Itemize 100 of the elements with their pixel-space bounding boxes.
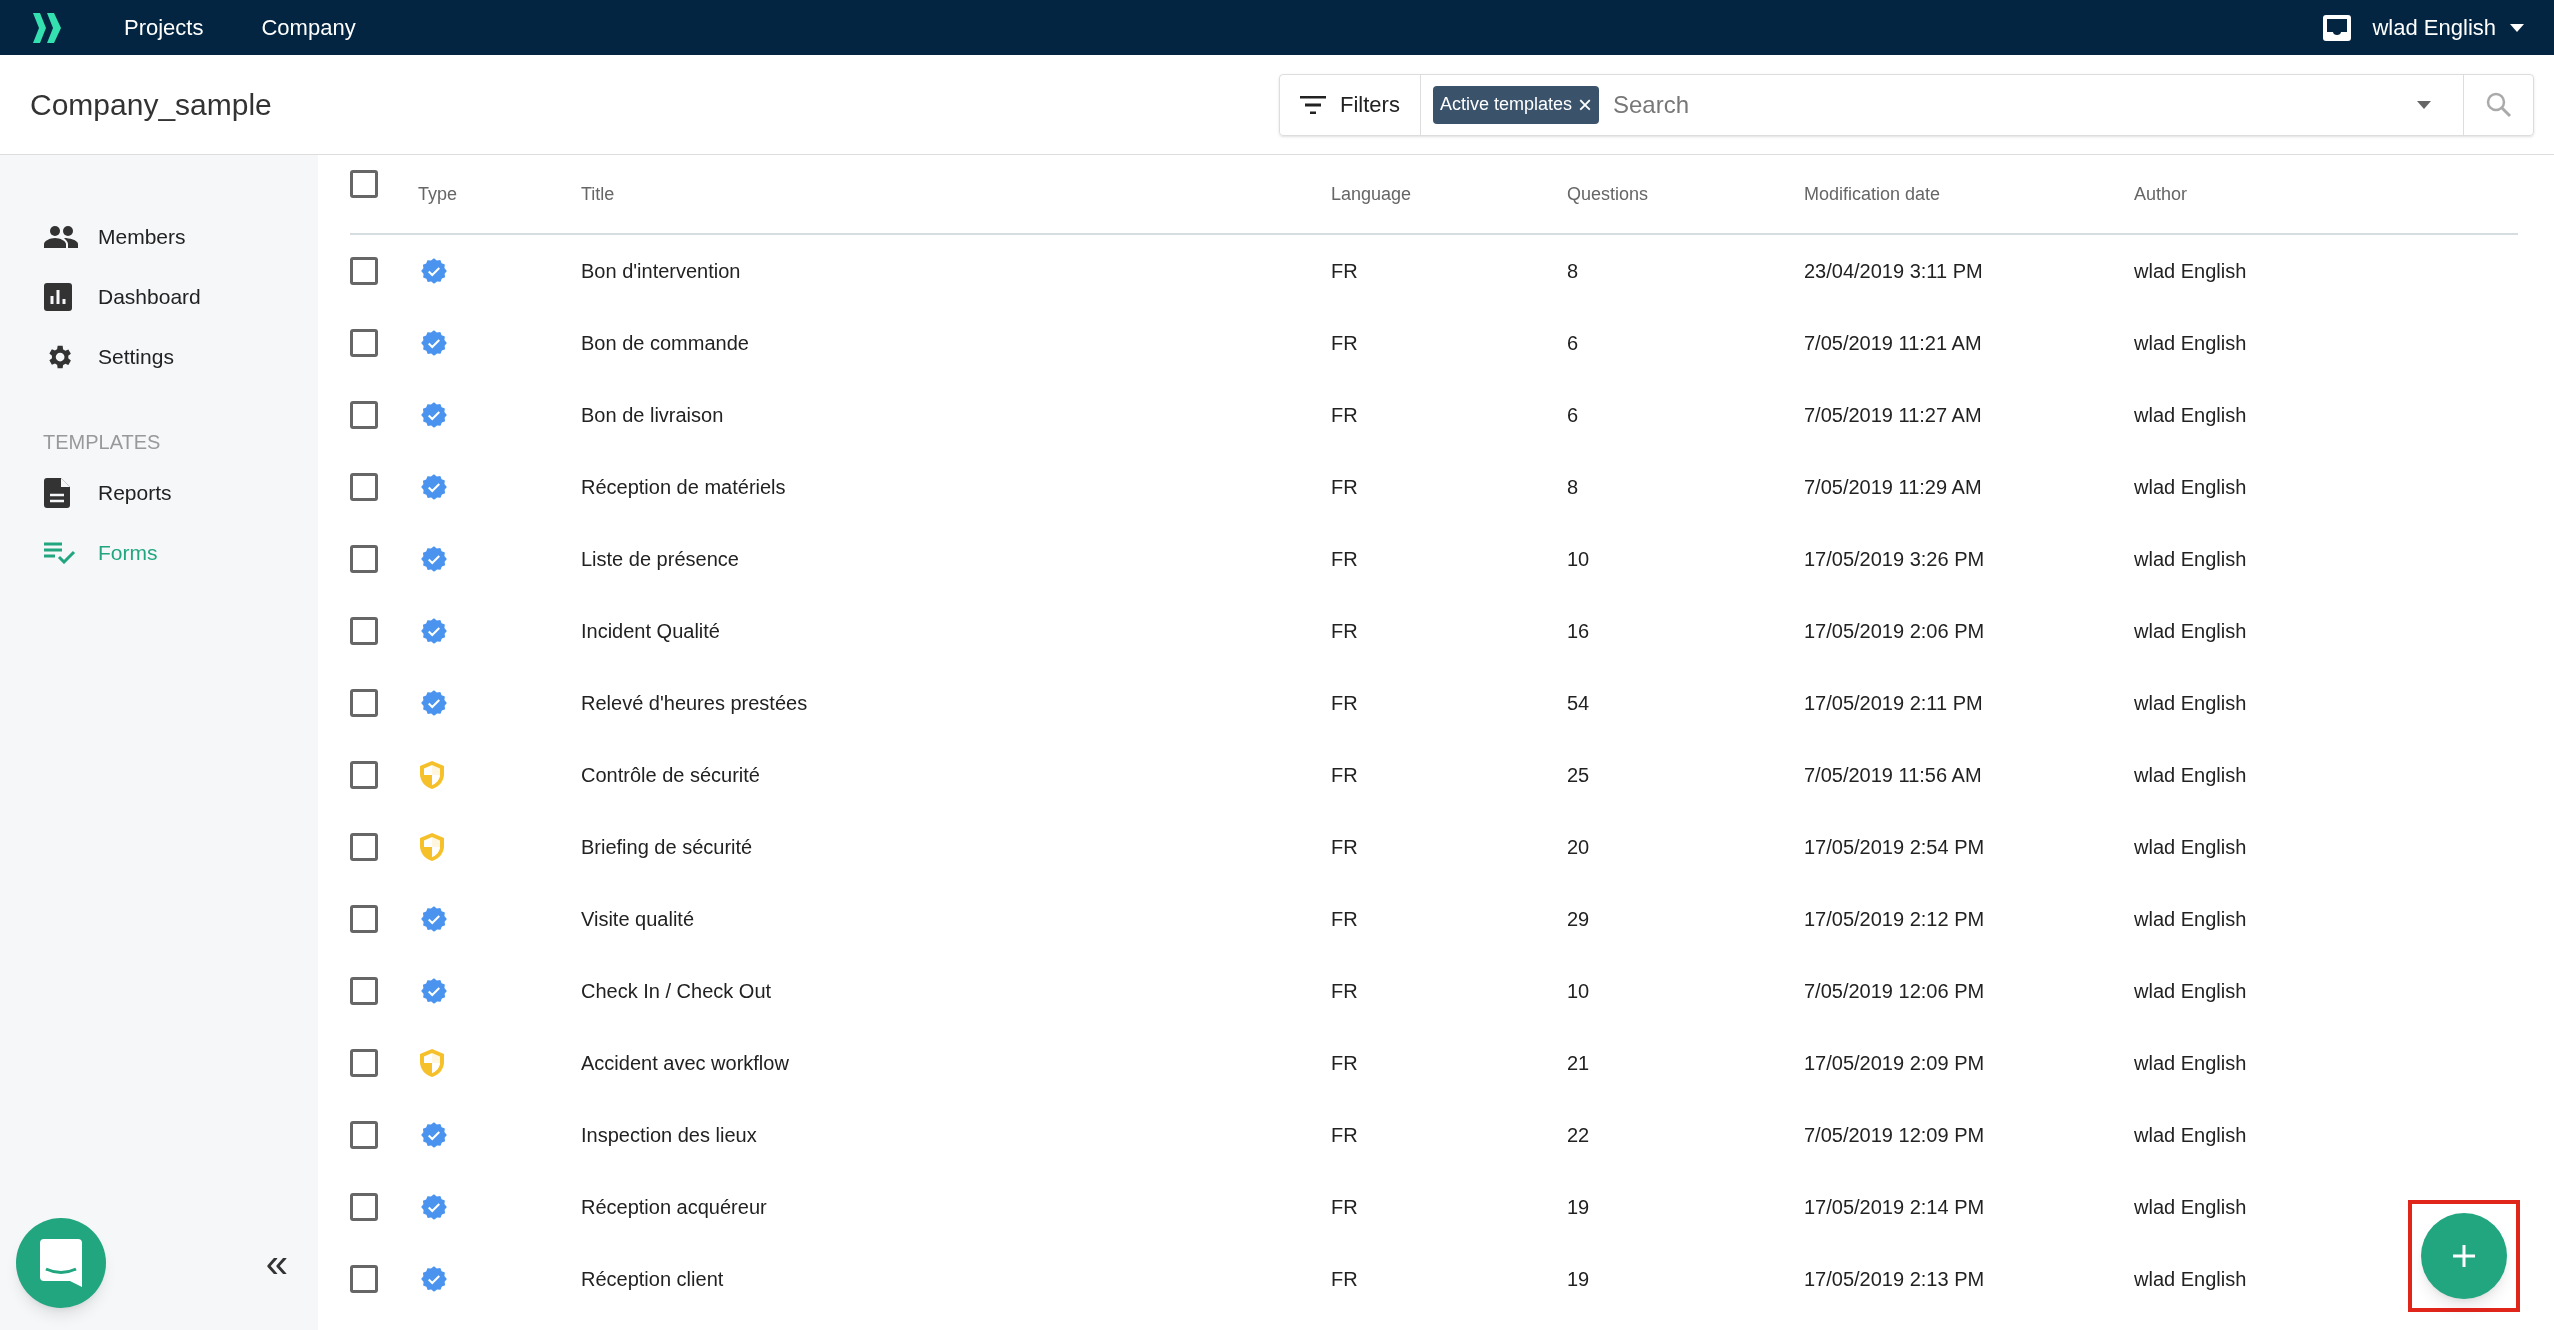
row-checkbox[interactable] (350, 977, 378, 1005)
row-checkbox[interactable] (350, 1049, 378, 1077)
table-cell: FR (1331, 1268, 1358, 1290)
table-cell: wlad English (2134, 620, 2247, 642)
verified-badge-icon (420, 617, 448, 645)
row-checkbox[interactable] (350, 545, 378, 573)
table-cell: Check In / Check Out (581, 980, 772, 1002)
shield-icon (420, 1049, 444, 1077)
filters-button[interactable]: Filters (1280, 74, 1421, 135)
section-heading: TEMPLATES (43, 430, 162, 455)
logo-icon[interactable] (30, 10, 64, 45)
caret-icon (2510, 23, 2524, 32)
table-cell: FR (1331, 404, 1358, 426)
table-cell: Contrôle de sécurité (581, 764, 760, 786)
table-cell: wlad English (2134, 980, 2247, 1002)
row-checkbox[interactable] (350, 617, 378, 645)
table-cell: Relevé d'heures prestées (581, 692, 808, 714)
row-checkbox[interactable] (350, 1265, 378, 1293)
table-cell: wlad English (2134, 548, 2247, 570)
table-cell: Réception client (581, 1268, 724, 1290)
table-cell: FR (1331, 980, 1358, 1002)
sidebar-item[interactable]: Dashboard (0, 267, 318, 327)
table-cell: wlad English (2134, 404, 2247, 426)
chip-label: Active templates (1439, 93, 1572, 116)
table-cell: 16 (1567, 620, 1590, 642)
table-cell: 17/05/2019 2:06 PM (1804, 620, 1985, 642)
shield-icon (420, 761, 444, 789)
row-checkbox[interactable] (350, 761, 378, 789)
table-cell: Bon de commande (581, 332, 749, 354)
sidebar-item[interactable]: Members (0, 207, 318, 267)
user-menu[interactable]: wlad English (2372, 11, 2524, 44)
table-cell: Incident Qualité (581, 620, 720, 642)
sidebar-item[interactable]: Settings (0, 327, 318, 387)
nav-link[interactable]: Company (261, 11, 356, 44)
table-cell: 7/05/2019 11:27 AM (1804, 404, 1982, 426)
table-cell: wlad English (2134, 476, 2247, 498)
filter-icon (1300, 95, 1326, 114)
table-cell: Bon de livraison (581, 404, 724, 426)
table-cell: wlad English (2134, 1268, 2247, 1290)
table-cell: wlad English (2134, 332, 2247, 354)
people-icon (44, 226, 78, 248)
table-cell: FR (1331, 620, 1358, 642)
row-checkbox[interactable] (350, 833, 378, 861)
table-cell: 19 (1567, 1268, 1590, 1290)
table-cell: FR (1331, 476, 1358, 498)
row-checkbox[interactable] (350, 401, 378, 429)
nav-link[interactable]: Projects (124, 11, 204, 44)
select-all-checkbox[interactable] (350, 170, 378, 198)
dropdown-caret-icon[interactable] (2417, 100, 2431, 109)
table-cell: FR (1331, 836, 1358, 858)
table-cell: 21 (1567, 1052, 1590, 1074)
table-cell: wlad English (2134, 1052, 2247, 1074)
table-cell: FR (1331, 1196, 1358, 1218)
verified-badge-icon (420, 1121, 448, 1149)
collapse-sidebar-button[interactable]: « (265, 1243, 288, 1283)
bar-chart-icon (44, 283, 72, 311)
row-checkbox[interactable] (350, 329, 378, 357)
table-cell: 7/05/2019 11:21 AM (1804, 332, 1982, 354)
table-cell: 54 (1567, 692, 1590, 714)
verified-badge-icon (420, 1193, 448, 1221)
table-cell: wlad English (2134, 908, 2247, 930)
column-header[interactable]: Author (2134, 183, 2188, 204)
table-cell: wlad English (2134, 836, 2247, 858)
verified-badge-icon (420, 1265, 448, 1293)
row-checkbox[interactable] (350, 473, 378, 501)
sidebar-item[interactable]: Reports (0, 463, 318, 523)
table-cell: Liste de présence (581, 548, 739, 570)
table-cell: 17/05/2019 2:13 PM (1804, 1268, 1985, 1290)
table-cell: FR (1331, 260, 1358, 282)
table-cell: FR (1331, 908, 1358, 930)
table-cell: 7/05/2019 11:56 AM (1804, 764, 1982, 786)
table-cell: 17/05/2019 2:54 PM (1804, 836, 1985, 858)
table-cell: FR (1331, 1124, 1358, 1146)
column-header[interactable]: Questions (1567, 183, 1649, 204)
column-header[interactable]: Title (581, 183, 615, 204)
table-cell: 6 (1567, 332, 1579, 354)
remove-filter-button[interactable]: × (1577, 92, 1592, 117)
table-cell: 8 (1567, 260, 1579, 282)
checklist-icon (44, 542, 76, 564)
column-header[interactable]: Type (418, 183, 458, 204)
table-cell: 19 (1567, 1196, 1590, 1218)
search-bar[interactable]: Filters Active templates × Search (1279, 73, 2534, 136)
table-cell: wlad English (2134, 692, 2247, 714)
row-checkbox[interactable] (350, 905, 378, 933)
inbox-icon[interactable] (2322, 13, 2353, 42)
table-cell: 7/05/2019 12:09 PM (1804, 1124, 1985, 1146)
row-checkbox[interactable] (350, 257, 378, 285)
table-cell: Réception de matériels (581, 476, 786, 498)
table-cell: FR (1331, 764, 1358, 786)
column-header[interactable]: Modification date (1804, 183, 1941, 204)
table-cell: 20 (1567, 836, 1590, 858)
table-cell: FR (1331, 332, 1358, 354)
row-checkbox[interactable] (350, 1121, 378, 1149)
row-checkbox[interactable] (350, 689, 378, 717)
document-icon (44, 478, 70, 508)
row-checkbox[interactable] (350, 1193, 378, 1221)
table-cell: 10 (1567, 980, 1590, 1002)
search-icon (2485, 91, 2512, 118)
verified-badge-icon (420, 905, 448, 933)
column-header[interactable]: Language (1331, 183, 1412, 204)
